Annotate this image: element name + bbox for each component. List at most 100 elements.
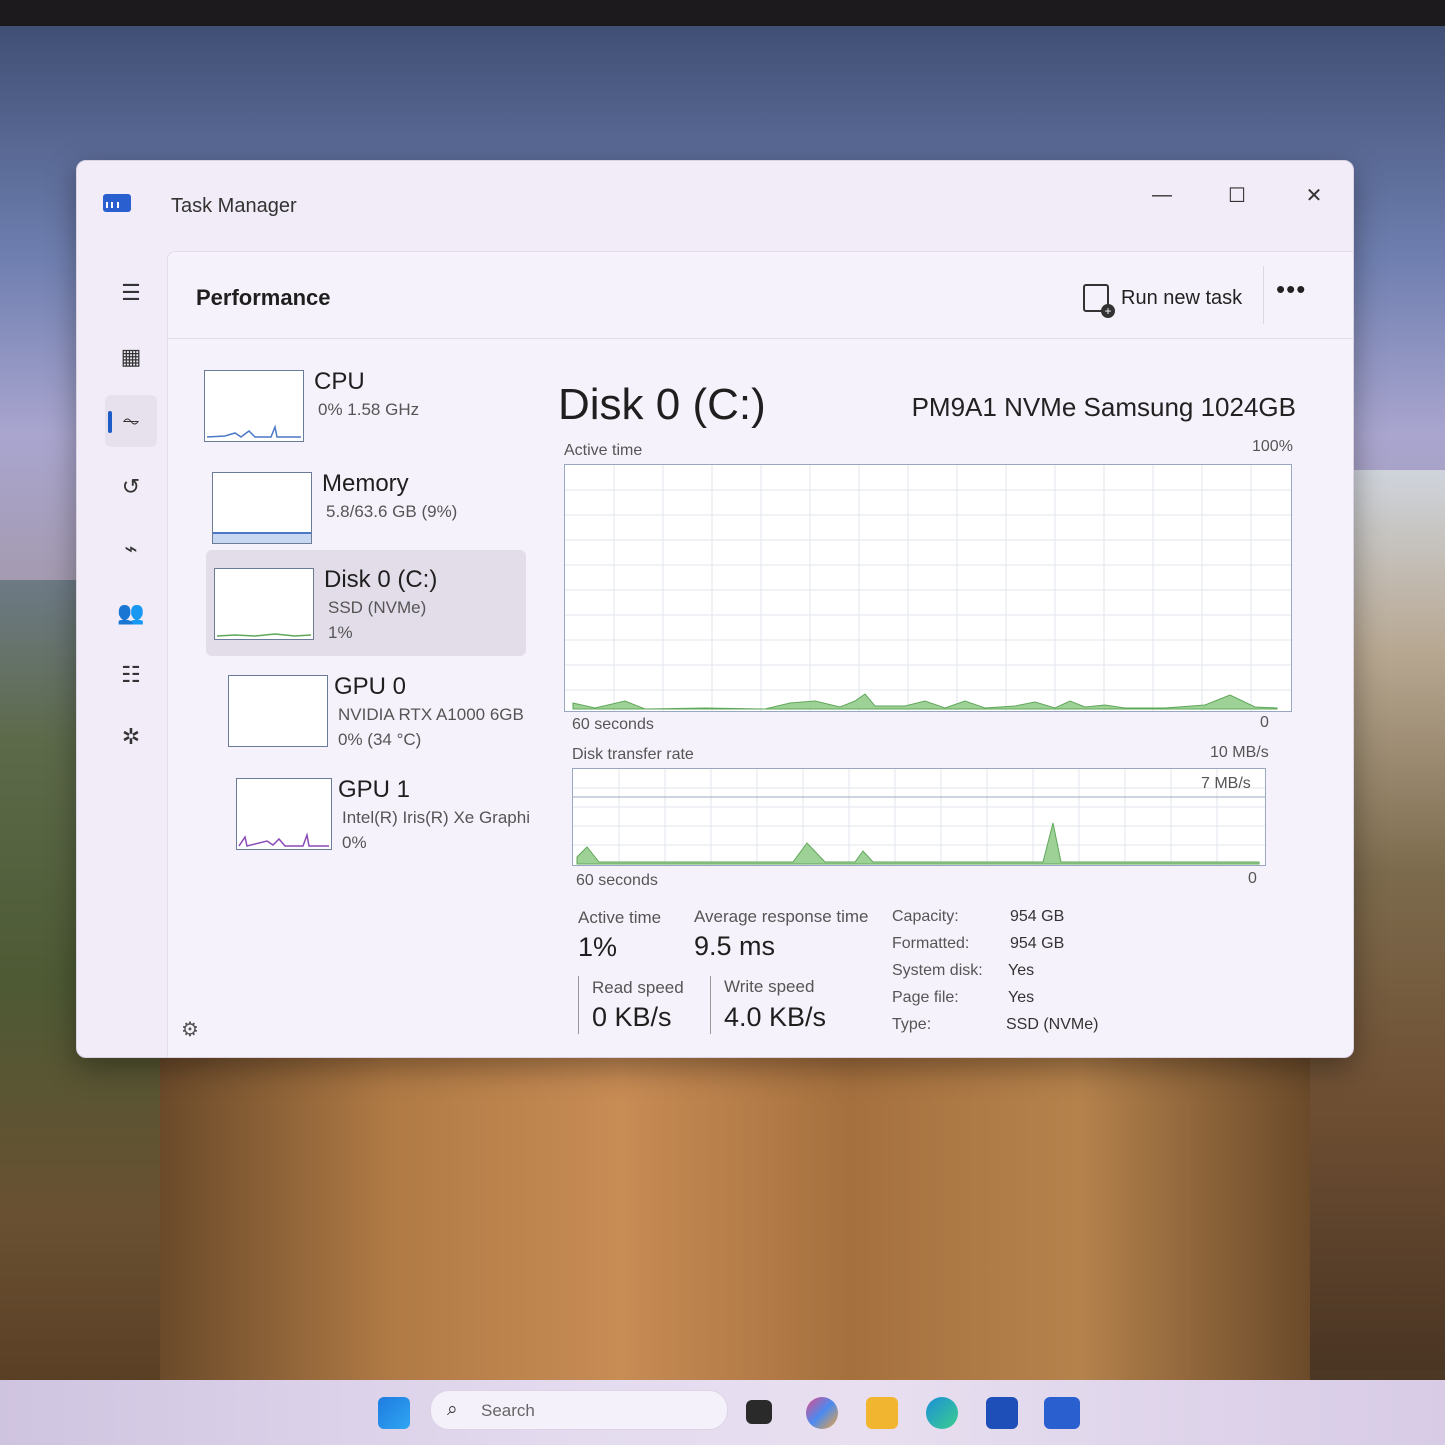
- device-disk-0[interactable]: Disk 0 (C:) SSD (NVMe) 1%: [206, 550, 526, 656]
- run-new-task-label: Run new task: [1121, 286, 1243, 309]
- device-gpu-0[interactable]: GPU 0 NVIDIA RTX A1000 6GB 0% (34 °C): [220, 657, 530, 763]
- title-bar[interactable]: Task Manager — ☐ ✕: [77, 161, 1353, 251]
- device-name: GPU 1: [338, 776, 411, 803]
- gpu1-thumb-line: [238, 832, 329, 847]
- capacity-key: Capacity:: [892, 908, 959, 925]
- device-sub: 0% 1.58 GHz: [318, 400, 420, 419]
- device-name: Memory: [322, 470, 409, 497]
- active-grid: [565, 465, 1291, 711]
- transfer-x-left: 60 seconds: [576, 872, 658, 889]
- performance-icon[interactable]: ⏦: [105, 395, 157, 447]
- transfer-rate-graph-svg: [573, 769, 1265, 865]
- users-icon[interactable]: 👥: [105, 587, 157, 639]
- read-speed-label: Read speed: [592, 978, 684, 997]
- device-name: CPU: [314, 368, 365, 395]
- run-task-icon: [1083, 284, 1115, 318]
- details-icon[interactable]: ☷: [105, 649, 157, 701]
- header-divider: [1263, 266, 1264, 324]
- nav-sidebar: ☰ ▦ ⏦ ↺ ⌁ 👥 ☷ ✲: [77, 251, 167, 1057]
- minimize-button[interactable]: —: [1137, 173, 1187, 217]
- gpu1-thumb-svg: [238, 832, 329, 847]
- performance-pane: Performance Run new task ••• CPU 0% 1.58…: [167, 251, 1353, 1057]
- device-memory[interactable]: Memory 5.8/63.6 GB (9%): [196, 454, 526, 560]
- gpu1-thumbnail-graph: [236, 778, 332, 850]
- device-gpu-1[interactable]: GPU 1 Intel(R) Iris(R) Xe Graphi 0%: [228, 760, 538, 866]
- maximize-button[interactable]: ☐: [1212, 173, 1262, 217]
- settings-icon[interactable]: ⚙: [181, 1017, 199, 1042]
- write-speed-value: 4.0 KB/s: [724, 1002, 827, 1032]
- gpu0-thumbnail-graph: [228, 675, 328, 747]
- startup-icon[interactable]: ⌁: [105, 523, 157, 575]
- device-sub: SSD (NVMe): [328, 598, 427, 617]
- copilot-icon[interactable]: [806, 1397, 838, 1429]
- device-sub2: 1%: [328, 623, 353, 642]
- active-time-max-label: 100%: [1252, 438, 1293, 455]
- taskbar-search[interactable]: ⌕ Search: [430, 1390, 728, 1430]
- task-manager-icon: [103, 194, 131, 212]
- device-name: Disk 0 (C:): [324, 566, 438, 593]
- device-sub: 5.8/63.6 GB (9%): [326, 502, 458, 521]
- run-new-task-button[interactable]: Run new task: [1083, 280, 1243, 318]
- services-icon[interactable]: ✲: [105, 711, 157, 763]
- search-placeholder: Search: [481, 1401, 535, 1420]
- transfer-rate-graph: 7 MB/s: [572, 768, 1266, 866]
- cpu-thumb-line: [206, 424, 301, 438]
- file-explorer-icon[interactable]: [866, 1397, 898, 1429]
- device-cpu[interactable]: CPU 0% 1.58 GHz: [196, 352, 526, 458]
- taskbar: ⌕ Search: [0, 1380, 1445, 1445]
- disk-thumb-line: [216, 633, 312, 637]
- system-disk-key: System disk:: [892, 962, 983, 979]
- active-time-x-right: 0: [1260, 714, 1269, 731]
- disk-thumbnail-graph: [214, 568, 314, 640]
- active-time-x-left: 60 seconds: [572, 716, 654, 733]
- task-manager-window: Task Manager — ☐ ✕ ☰ ▦ ⏦ ↺ ⌁ 👥 ☷ ✲ Perfo…: [76, 160, 1354, 1058]
- write-divider: [710, 976, 711, 1034]
- device-sub: Intel(R) Iris(R) Xe Graphi: [342, 808, 530, 827]
- wallpaper-cliff: [160, 1050, 1310, 1380]
- device-sub2: 0% (34 °C): [338, 730, 422, 749]
- write-speed-label: Write speed: [724, 977, 815, 996]
- disk-model: PM9A1 NVMe Samsung 1024GB: [911, 392, 1296, 422]
- header: Performance Run new task •••: [168, 252, 1353, 339]
- start-icon[interactable]: [378, 1397, 410, 1429]
- transfer-rate-mid-label: 7 MB/s: [1201, 775, 1251, 792]
- active-time-series: [572, 693, 1278, 710]
- screen-bezel: [0, 0, 1445, 26]
- avg-response-label: Average response time: [694, 907, 869, 926]
- type-key: Type:: [892, 1016, 932, 1033]
- transfer-rate-max-label: 10 MB/s: [1210, 744, 1269, 761]
- close-button[interactable]: ✕: [1289, 173, 1339, 217]
- task-manager-taskbar-icon[interactable]: [1044, 1397, 1080, 1429]
- transfer-rate-graph-label: Disk transfer rate: [572, 746, 694, 763]
- edge-icon[interactable]: [926, 1397, 958, 1429]
- read-divider: [578, 976, 579, 1034]
- cpu-thumbnail-graph: [204, 370, 304, 442]
- active-time-graph-label: Active time: [564, 442, 643, 459]
- active-time-graph-svg: [565, 465, 1291, 711]
- memory-thumb-fill: [213, 533, 311, 543]
- processes-icon[interactable]: ▦: [105, 331, 157, 383]
- capacity-value: 954 GB: [1010, 908, 1065, 925]
- transfer-grid: [573, 769, 1265, 865]
- page-file-value: Yes: [1008, 989, 1035, 1006]
- transfer-rate-series: [576, 822, 1260, 865]
- device-sub2: 0%: [342, 833, 367, 852]
- system-disk-value: Yes: [1008, 962, 1035, 979]
- formatted-key: Formatted:: [892, 935, 970, 952]
- store-icon[interactable]: [986, 1397, 1018, 1429]
- type-value: SSD (NVMe): [1006, 1016, 1099, 1033]
- search-icon: ⌕: [447, 1399, 458, 1420]
- active-time-stat-value: 1%: [578, 932, 618, 962]
- page-title: Performance: [196, 285, 331, 310]
- memory-thumbnail-graph: [212, 472, 312, 544]
- read-speed-value: 0 KB/s: [592, 1002, 672, 1032]
- window-title: Task Manager: [171, 195, 297, 217]
- cpu-thumb-svg: [206, 424, 301, 438]
- active-time-stat-label: Active time: [578, 908, 662, 927]
- memory-thumb-svg: [213, 532, 311, 543]
- disk-title: Disk 0 (C:): [558, 380, 766, 429]
- app-history-icon[interactable]: ↺: [105, 461, 157, 513]
- more-options-button[interactable]: •••: [1276, 274, 1306, 305]
- task-view-icon[interactable]: [746, 1400, 772, 1424]
- hamburger-icon[interactable]: ☰: [105, 267, 157, 319]
